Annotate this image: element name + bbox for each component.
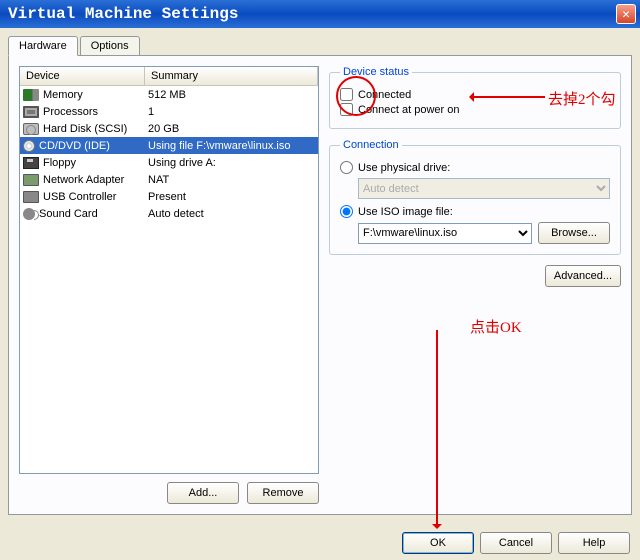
device-status-legend: Device status <box>340 66 412 78</box>
dialog-buttons: OK Cancel Help <box>402 532 630 554</box>
network-icon <box>23 174 39 186</box>
device-row-usb[interactable]: USB Controller Present <box>20 188 318 205</box>
close-icon: ✕ <box>622 7 630 22</box>
header-device[interactable]: Device <box>20 67 145 85</box>
cancel-button[interactable]: Cancel <box>480 532 552 554</box>
device-list: Device Summary Memory 512 MB Processors … <box>19 66 319 474</box>
use-iso-radio[interactable] <box>340 205 353 218</box>
device-list-header: Device Summary <box>20 67 318 86</box>
help-button[interactable]: Help <box>558 532 630 554</box>
use-physical-radio[interactable] <box>340 161 353 174</box>
device-row-harddisk[interactable]: Hard Disk (SCSI) 20 GB <box>20 120 318 137</box>
connect-at-power-on-checkbox[interactable] <box>340 103 353 116</box>
device-row-processors[interactable]: Processors 1 <box>20 103 318 120</box>
window-title: Virtual Machine Settings <box>8 5 238 23</box>
cd-dvd-icon <box>23 140 35 152</box>
cpu-icon <box>23 106 39 118</box>
physical-drive-select[interactable]: Auto detect <box>358 178 610 199</box>
use-physical-label: Use physical drive: <box>358 162 450 174</box>
device-row-cddvd[interactable]: CD/DVD (IDE) Using file F:\vmware\linux.… <box>20 137 318 154</box>
device-row-memory[interactable]: Memory 512 MB <box>20 86 318 103</box>
hard-disk-icon <box>23 123 39 135</box>
device-row-network[interactable]: Network Adapter NAT <box>20 171 318 188</box>
floppy-icon <box>23 157 39 169</box>
use-iso-label: Use ISO image file: <box>358 206 453 218</box>
connection-legend: Connection <box>340 139 402 151</box>
device-status-group: Device status Connected Connect at power… <box>329 66 621 129</box>
ok-button[interactable]: OK <box>402 532 474 554</box>
tab-options[interactable]: Options <box>80 36 140 55</box>
advanced-button[interactable]: Advanced... <box>545 265 621 287</box>
add-button[interactable]: Add... <box>167 482 239 504</box>
advanced-row: Advanced... <box>329 265 621 287</box>
tab-hardware[interactable]: Hardware <box>8 36 78 56</box>
left-column: Device Summary Memory 512 MB Processors … <box>19 66 319 504</box>
connected-checkbox[interactable] <box>340 88 353 101</box>
sound-icon <box>23 208 35 220</box>
remove-button[interactable]: Remove <box>247 482 319 504</box>
header-summary[interactable]: Summary <box>145 67 318 85</box>
device-row-sound[interactable]: Sound Card Auto detect <box>20 205 318 222</box>
device-row-floppy[interactable]: Floppy Using drive A: <box>20 154 318 171</box>
content-area: Hardware Options Device Summary Memory 5… <box>0 28 640 560</box>
memory-icon <box>23 89 39 101</box>
usb-icon <box>23 191 39 203</box>
title-bar: Virtual Machine Settings ✕ <box>0 0 640 28</box>
tab-panel-hardware: Device Summary Memory 512 MB Processors … <box>8 55 632 515</box>
device-list-body: Memory 512 MB Processors 1 Hard Disk (SC… <box>20 86 318 222</box>
connected-label: Connected <box>358 89 411 101</box>
device-list-buttons: Add... Remove <box>19 482 319 504</box>
right-column: Device status Connected Connect at power… <box>329 66 621 504</box>
iso-path-select[interactable]: F:\vmware\linux.iso <box>358 223 532 244</box>
connect-at-power-on-label: Connect at power on <box>358 104 460 116</box>
connection-group: Connection Use physical drive: Auto dete… <box>329 139 621 255</box>
tab-row: Hardware Options <box>8 36 632 55</box>
close-button[interactable]: ✕ <box>616 4 636 24</box>
browse-button[interactable]: Browse... <box>538 222 610 244</box>
